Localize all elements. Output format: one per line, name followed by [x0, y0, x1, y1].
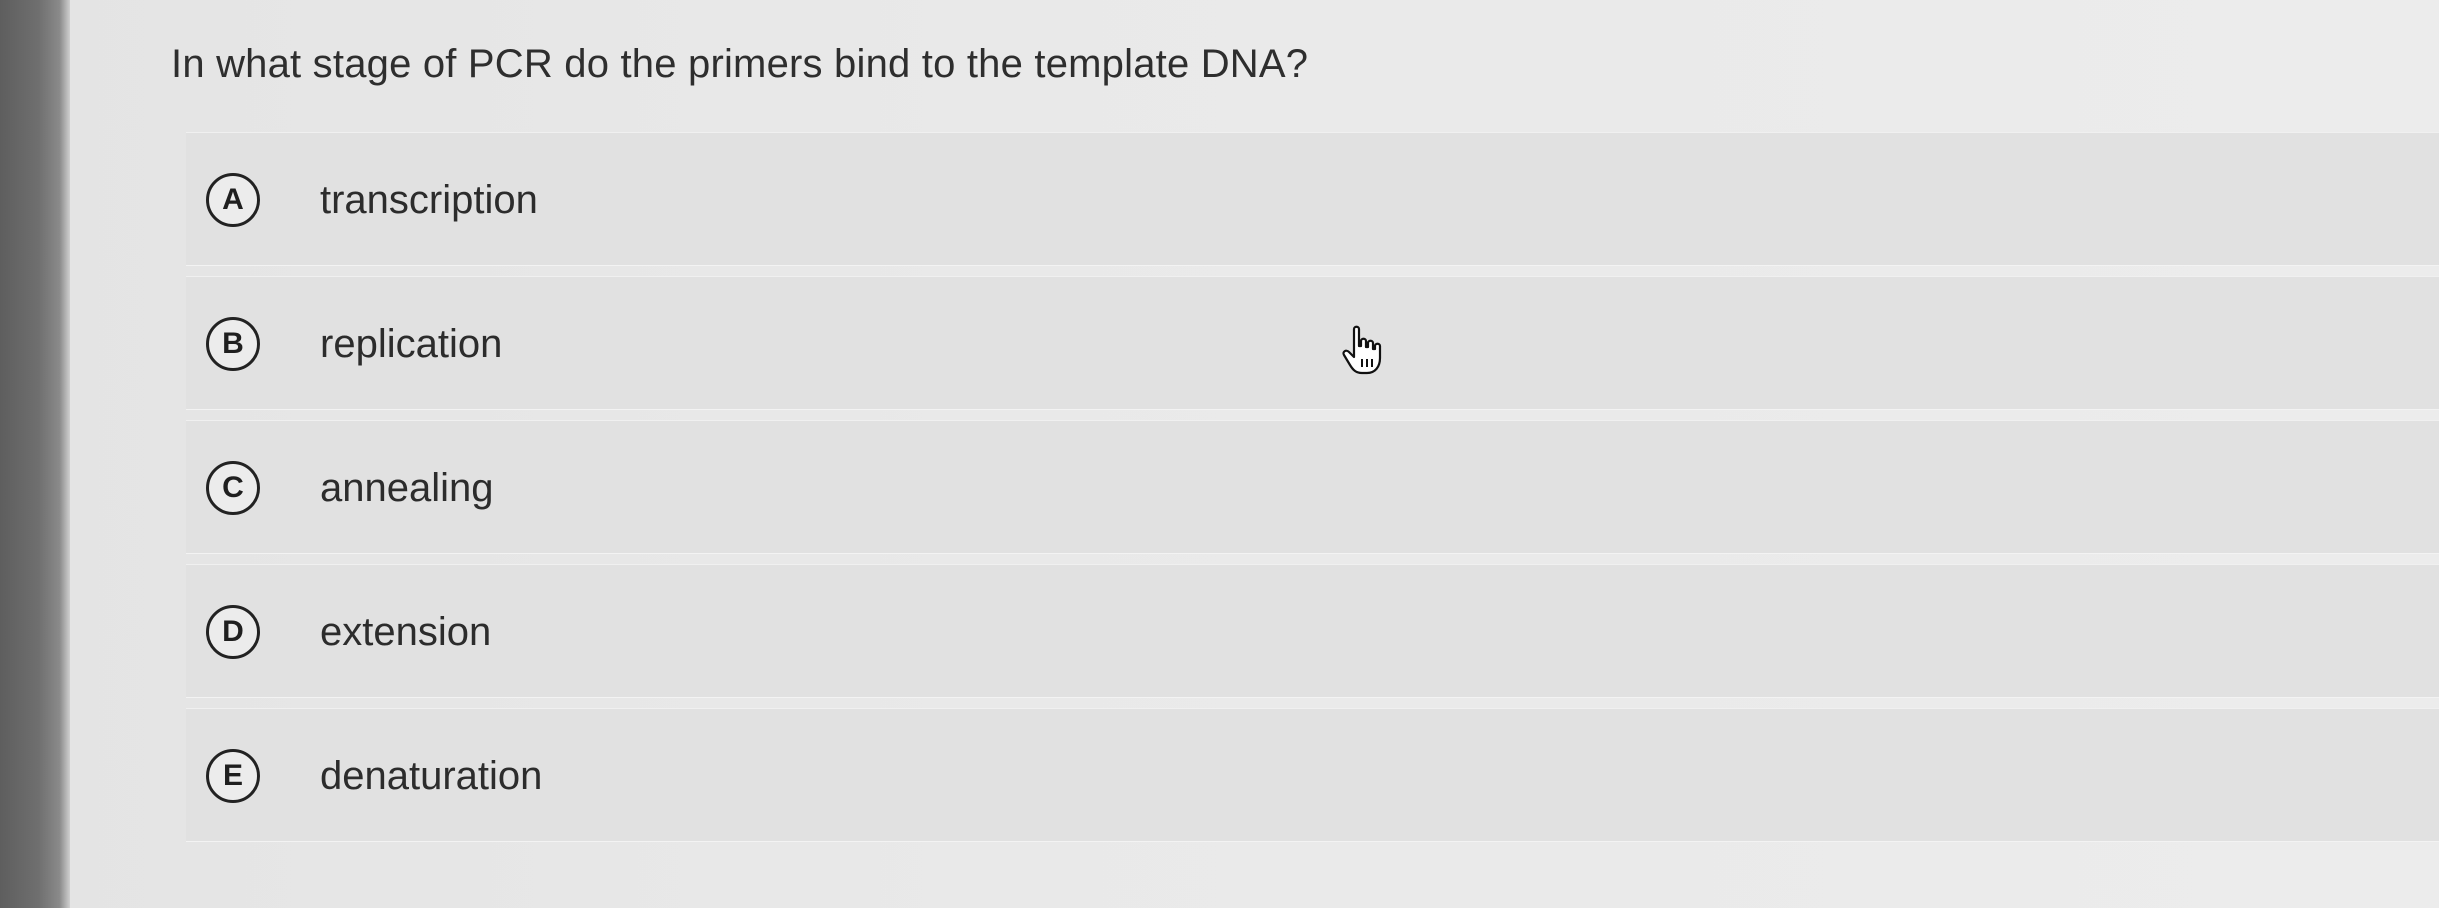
option-d-letter: D [206, 605, 260, 659]
option-a[interactable]: A transcription [186, 132, 2439, 266]
option-c-letter: C [206, 461, 260, 515]
option-d-label: extension [320, 610, 492, 654]
option-a-label: transcription [320, 178, 538, 222]
option-a-letter: A [206, 173, 260, 227]
option-b-label: replication [320, 322, 503, 366]
option-d[interactable]: D extension [186, 564, 2439, 698]
option-e[interactable]: E denaturation [186, 708, 2439, 842]
question-text: In what stage of PCR do the primers bind… [171, 42, 1309, 86]
option-b-letter: B [206, 317, 260, 371]
answer-options: A transcription B replication C annealin… [186, 132, 2439, 852]
option-e-label: denaturation [320, 754, 543, 798]
option-c-label: annealing [320, 466, 494, 510]
option-e-letter: E [206, 749, 260, 803]
screen-bezel [0, 0, 70, 908]
option-c[interactable]: C annealing [186, 420, 2439, 554]
option-b[interactable]: B replication [186, 276, 2439, 410]
hand-pointer-icon [1340, 325, 1390, 377]
